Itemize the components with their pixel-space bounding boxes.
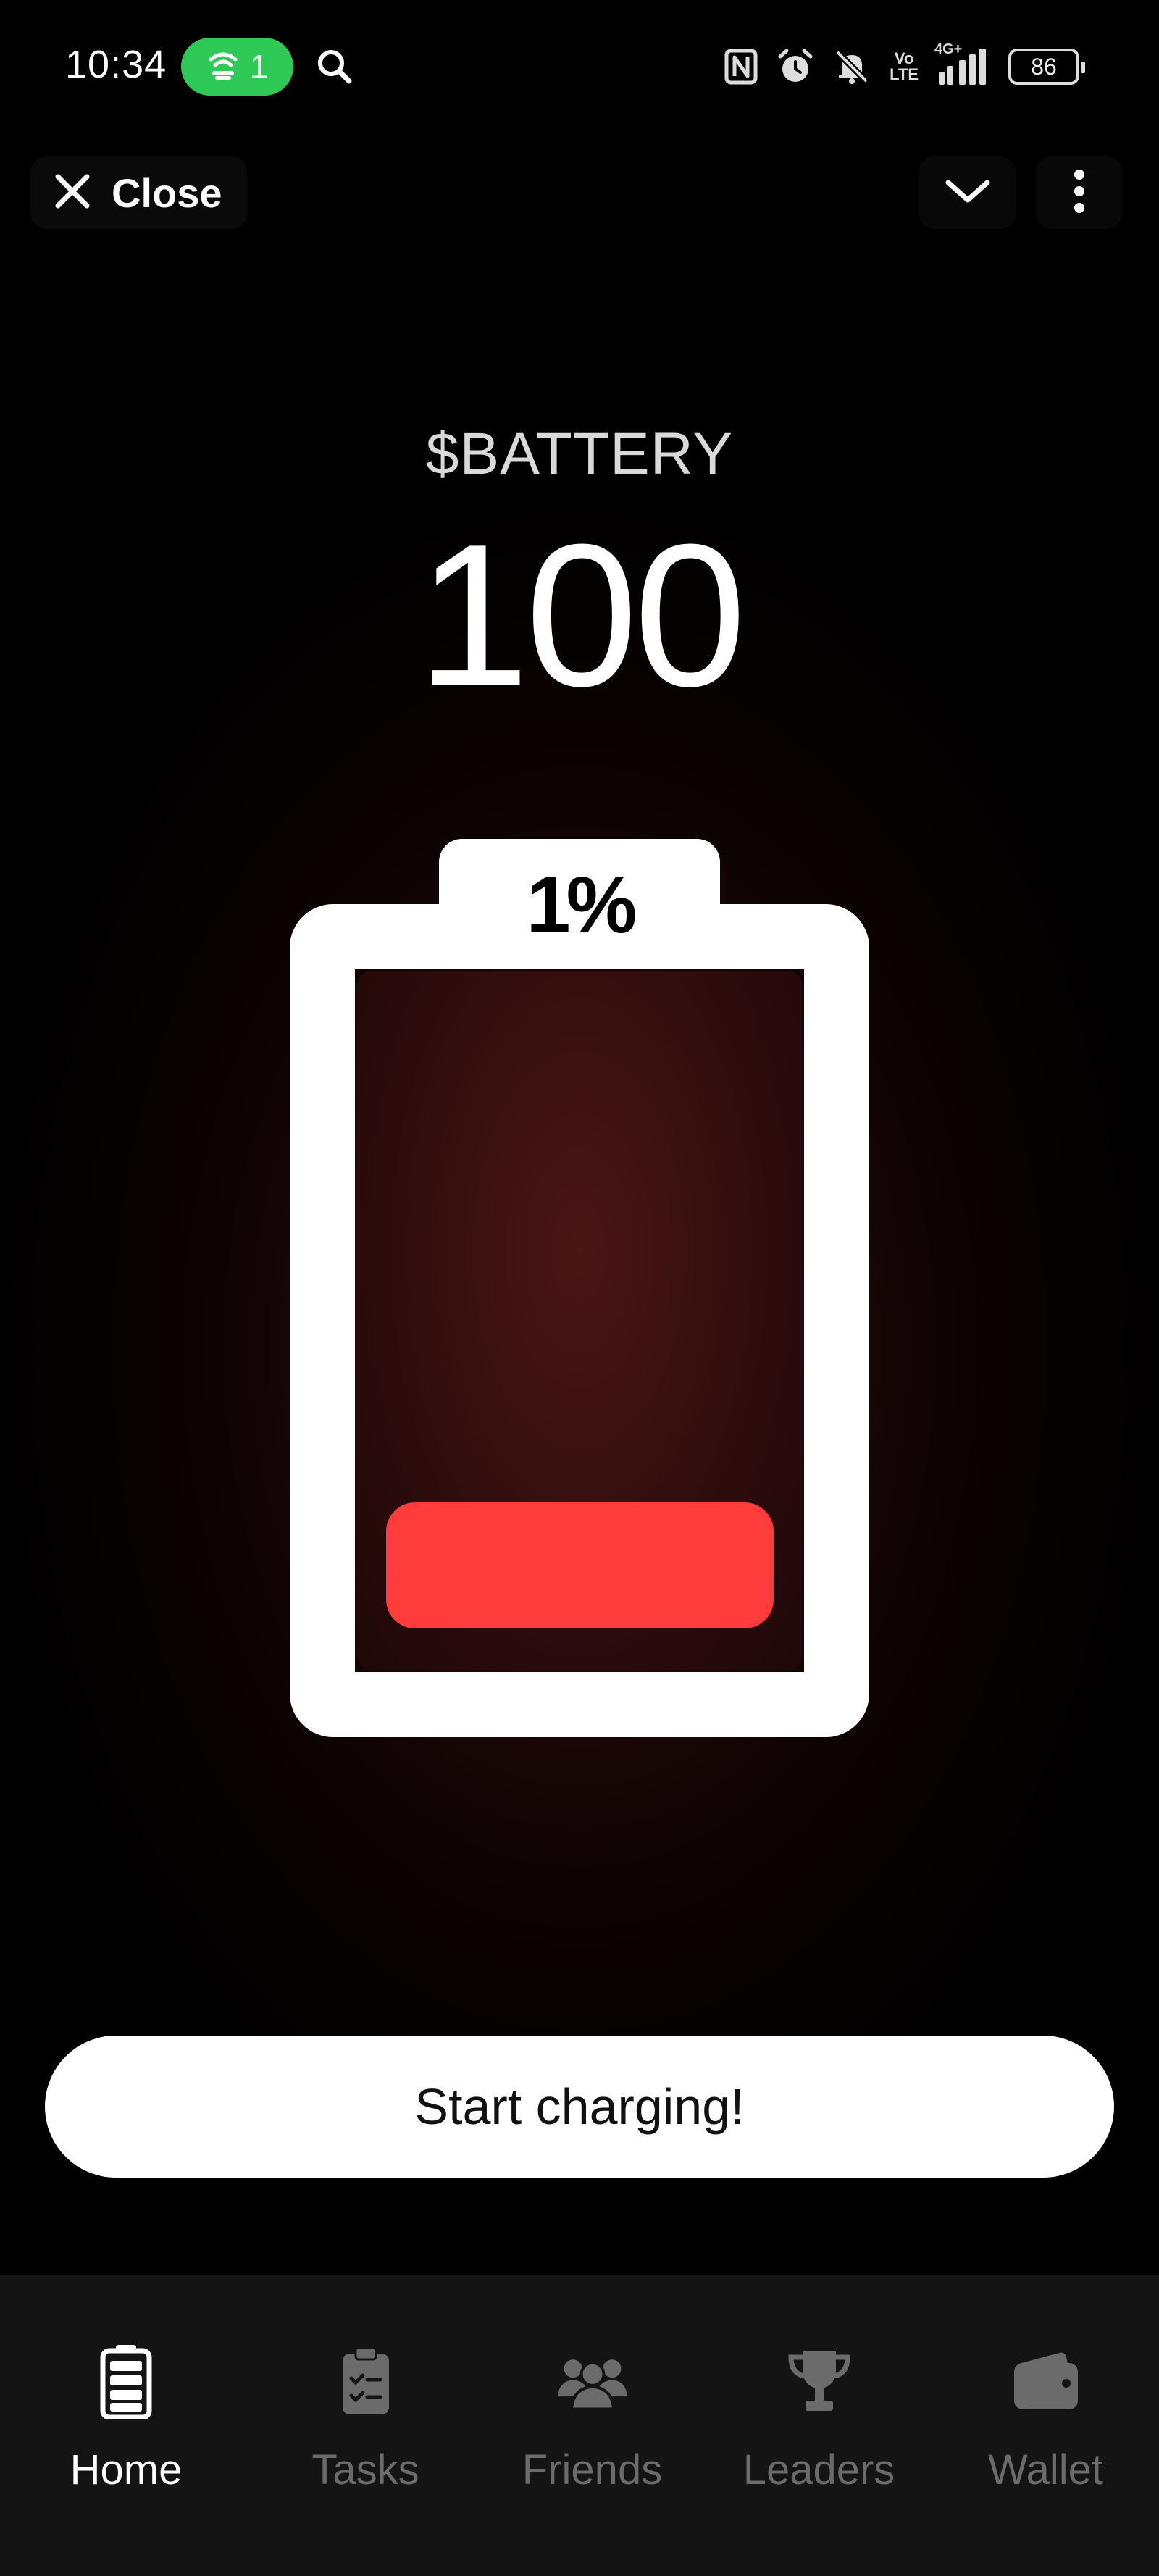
start-charging-button[interactable]: Start charging! [45, 2036, 1114, 2178]
clipboard-check-icon [330, 2341, 402, 2421]
nav-label-friends: Friends [522, 2446, 663, 2493]
nav-label-tasks: Tasks [311, 2446, 419, 2493]
more-options-button[interactable] [1036, 156, 1123, 229]
close-button[interactable]: Close [30, 156, 247, 229]
users-icon [556, 2341, 629, 2421]
status-icons: Vo LTE 4G+ 86 [724, 41, 1085, 90]
status-time: 10:34 [65, 43, 167, 86]
chevron-down-icon [944, 177, 992, 209]
battery-icon [90, 2341, 162, 2421]
nav-item-wallet[interactable]: Wallet [932, 2275, 1159, 2576]
start-charging-label: Start charging! [414, 2078, 745, 2135]
trophy-icon [783, 2341, 855, 2421]
nfc-icon [724, 49, 758, 85]
hotspot-indicator[interactable]: 1 [181, 38, 293, 96]
nav-item-tasks[interactable]: Tasks [252, 2275, 479, 2576]
battery-percent: 1% [526, 861, 637, 950]
battery-level: 86 [1031, 53, 1057, 80]
battery-charge-fill [386, 1502, 774, 1628]
volte-icon: Vo LTE [890, 51, 919, 83]
nav-item-home[interactable]: Home [0, 2275, 252, 2576]
mute-icon [833, 48, 871, 85]
nav-item-leaders[interactable]: Leaders [706, 2275, 932, 2576]
more-vertical-icon [1072, 167, 1087, 219]
signal-icon: 4G+ [934, 41, 989, 86]
close-icon [52, 171, 93, 215]
wallet-icon [1010, 2341, 1082, 2421]
network-type: 4G+ [934, 41, 963, 57]
search-icon[interactable] [313, 45, 356, 88]
nav-label-wallet: Wallet [988, 2446, 1103, 2493]
bottom-navigation: Home Tasks Friends Leaders Wallet [0, 2275, 1159, 2576]
token-balance: 100 [417, 503, 746, 729]
nav-label-home: Home [70, 2446, 183, 2493]
hotspot-count: 1 [249, 48, 269, 85]
battery-icon: 86 [1008, 49, 1085, 85]
battery-cap [439, 839, 720, 933]
volte-label-top: Vo [894, 49, 914, 67]
battery-body [290, 904, 869, 1737]
volte-label-bottom: LTE [890, 65, 919, 83]
status-bar: 10:34 1 Vo LTE 4G+ 86 [0, 0, 1159, 134]
battery-chamber [356, 971, 803, 1670]
app-screen: 10:34 1 Vo LTE 4G+ 86 Close $BATTERY 100… [0, 0, 1159, 2576]
nav-label-leaders: Leaders [742, 2446, 895, 2493]
token-name: $BATTERY [425, 421, 734, 487]
hotspot-icon [206, 51, 240, 83]
collapse-button[interactable] [919, 156, 1016, 229]
battery-graphic: 1% [0, 0, 1159, 1775]
alarm-icon [777, 48, 814, 85]
nav-item-friends[interactable]: Friends [479, 2275, 706, 2576]
close-label: Close [112, 170, 222, 216]
